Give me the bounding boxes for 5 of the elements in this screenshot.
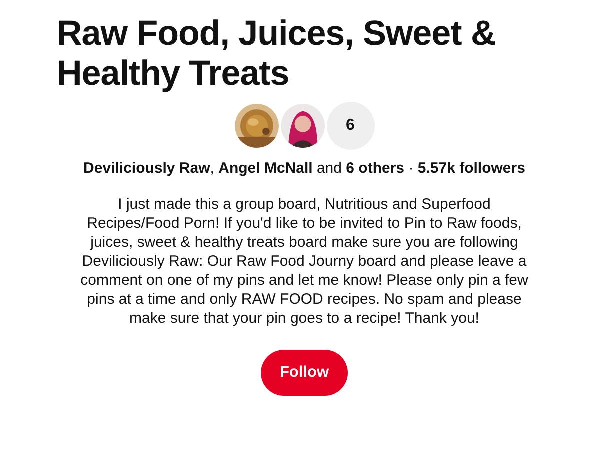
board-description: I just made this a group board, Nutritious and Superfood Recipes/Food Porn! If you'd like to be invited to Pin to Raw foods, juices, sweet & healthy treats board make sure you are following Deviliciously Raw: Our Raw Food Journy board and please leave a comment on one of my pins and let me know! Please only pin a few pins at a time and only RAW FOOD recipes. No spam and please make sure that your pin goes to a recipe! Thank you! <box>80 195 530 328</box>
collaborator-count[interactable]: 6 <box>326 102 374 150</box>
follow-button[interactable]: Follow <box>260 350 348 396</box>
collaborators-text: Deviliciously Raw, Angel McNall and 6 others · 5.57k followers <box>84 160 526 177</box>
board-title: Raw Food, Juices, Sweet & Healthy Treats <box>57 14 497 94</box>
